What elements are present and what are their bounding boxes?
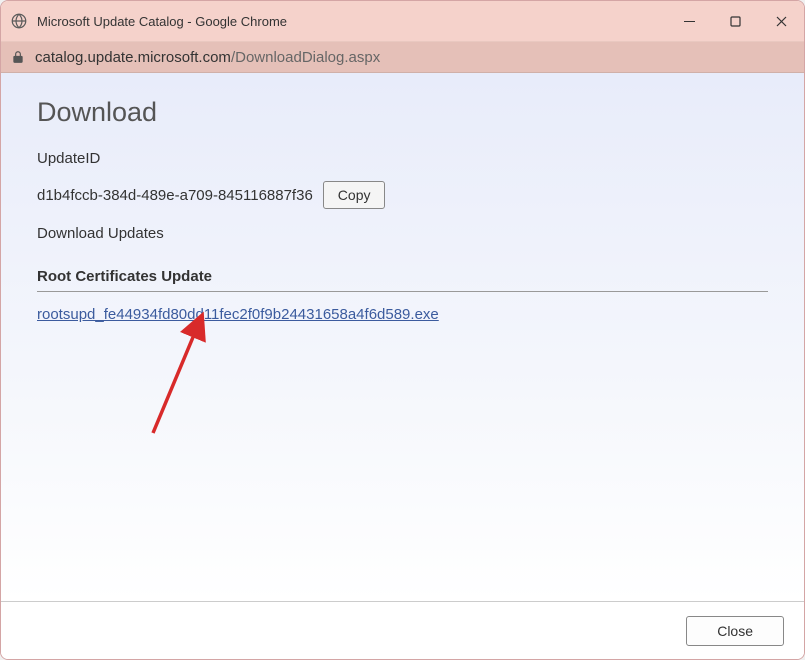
download-link[interactable]: rootsupd_fe44934fd80dd11fec2f0f9b2443165… [37, 306, 439, 323]
footer-bar: Close [1, 601, 804, 659]
copy-button[interactable]: Copy [323, 181, 386, 209]
updateid-value: d1b4fccb-384d-489e-a709-845116887f36 [37, 187, 313, 204]
browser-window: Microsoft Update Catalog - Google Chrome… [0, 0, 805, 660]
url-domain: catalog.update.microsoft.com [35, 49, 231, 66]
address-bar[interactable]: catalog.update.microsoft.com/DownloadDia… [1, 41, 804, 73]
annotation-arrow [141, 303, 221, 443]
download-updates-label: Download Updates [37, 225, 768, 242]
globe-icon [9, 11, 29, 31]
maximize-button[interactable] [712, 1, 758, 41]
updateid-row: d1b4fccb-384d-489e-a709-845116887f36 Cop… [37, 181, 768, 209]
minimize-button[interactable] [666, 1, 712, 41]
page-heading: Download [37, 97, 768, 128]
lock-icon [11, 50, 25, 64]
updateid-label: UpdateID [37, 150, 768, 167]
titlebar: Microsoft Update Catalog - Google Chrome [1, 1, 804, 41]
url-text: catalog.update.microsoft.com/DownloadDia… [35, 49, 380, 66]
close-window-button[interactable] [758, 1, 804, 41]
section-title: Root Certificates Update [37, 268, 768, 292]
close-button[interactable]: Close [686, 616, 784, 646]
window-controls [666, 1, 804, 41]
page-content: Download UpdateID d1b4fccb-384d-489e-a70… [1, 73, 804, 601]
url-path: /DownloadDialog.aspx [231, 49, 380, 66]
window-title: Microsoft Update Catalog - Google Chrome [37, 14, 666, 29]
